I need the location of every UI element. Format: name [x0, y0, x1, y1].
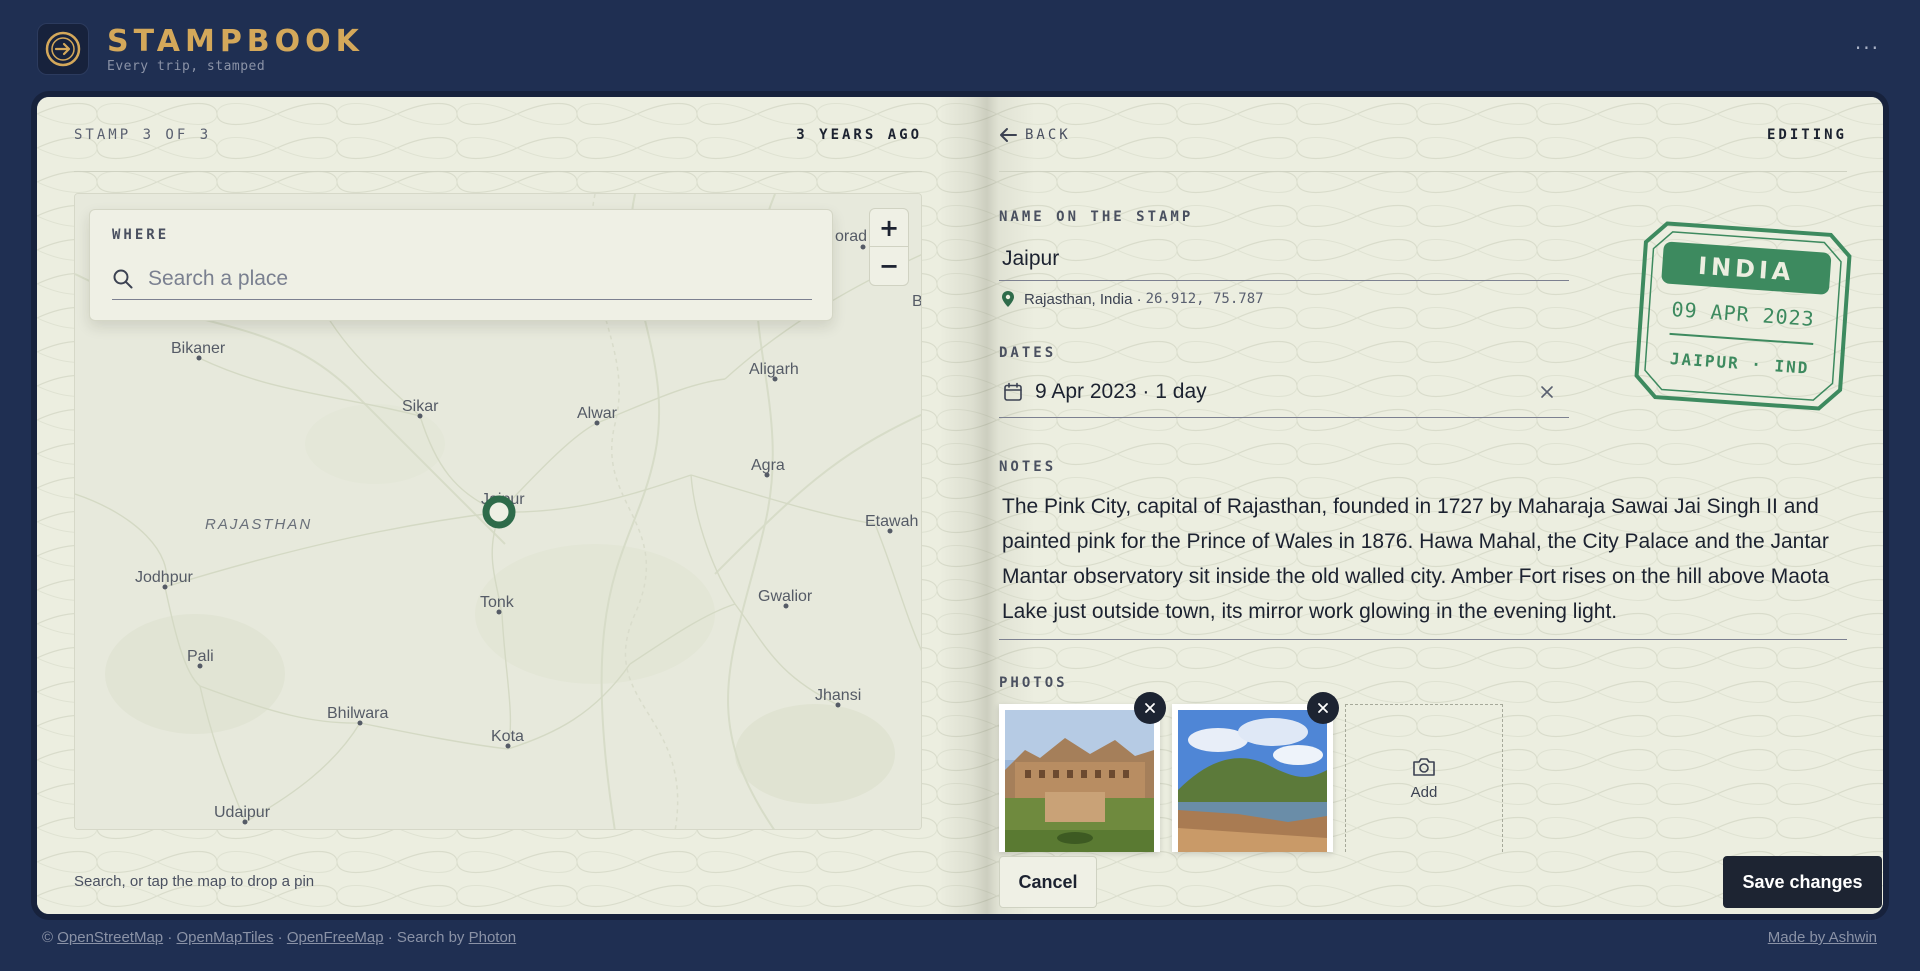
location-pin-icon — [1002, 291, 1014, 307]
search-field[interactable] — [112, 258, 812, 300]
more-menu-icon[interactable]: ··· — [1855, 36, 1880, 60]
stamp-name-input[interactable] — [999, 237, 1569, 281]
map-label-gwalior: Gwalior — [758, 588, 813, 605]
link-openfreemap[interactable]: OpenFreeMap — [287, 929, 384, 946]
photo-thumbnail[interactable] — [1172, 692, 1339, 852]
footer-separator: · — [387, 929, 393, 946]
map-label-kota: Kota — [491, 728, 524, 745]
search-by-text: Search by — [396, 929, 465, 946]
cancel-button[interactable]: Cancel — [999, 856, 1097, 908]
close-icon — [1541, 386, 1553, 398]
stamp-book: STAMP 3 OF 3 3 YEARS AGO Bikaner Sikar A… — [37, 97, 1883, 914]
map-pin-marker[interactable] — [482, 495, 516, 529]
map-hint: Search, or tap the map to drop a pin — [74, 873, 315, 890]
copyright-symbol: © — [42, 929, 54, 946]
coordinates: 26.912, 75.787 — [1145, 291, 1264, 307]
remove-photo-button[interactable] — [1134, 692, 1166, 724]
search-input[interactable] — [148, 266, 788, 291]
search-icon — [113, 269, 133, 288]
zoom-control: + − — [869, 208, 909, 286]
name-label: NAME ON THE STAMP — [999, 209, 1194, 225]
photos-list: Add — [999, 692, 1503, 852]
photo-fort — [1005, 710, 1154, 852]
zoom-out-button[interactable]: − — [870, 247, 908, 285]
dates-label: DATES — [999, 345, 1057, 361]
app-header: STAMPBOOK Every trip, stamped — [37, 22, 364, 76]
map-label-agra: Agra — [751, 457, 785, 474]
location-text: Rajasthan, India · — [1024, 290, 1142, 308]
calendar-icon — [1004, 382, 1022, 401]
divider — [999, 171, 1847, 172]
arrow-left-icon — [1000, 128, 1017, 142]
photo-lake — [1178, 710, 1327, 852]
made-by-link[interactable]: Made by Ashwin — [1768, 929, 1877, 946]
link-openmaptiles[interactable]: OpenMapTiles — [176, 929, 273, 946]
map-label-etawah: Etawah — [865, 513, 918, 530]
where-search-card: WHERE — [89, 209, 833, 321]
map-label-alwar: Alwar — [577, 405, 618, 422]
footer-attribution: © OpenStreetMap · OpenMapTiles · OpenFre… — [42, 929, 516, 946]
dates-value: 9 Apr 2023 · 1 day — [1035, 380, 1207, 403]
remove-photo-button[interactable] — [1307, 692, 1339, 724]
map-label-edge-right: B — [912, 293, 922, 310]
back-label: BACK — [1025, 127, 1071, 143]
clear-dates-button[interactable] — [1539, 384, 1555, 400]
map-label-edge-top: orad — [835, 228, 867, 245]
passport-stamp: INDIA 09 APR 2023 JAIPUR · IND — [1634, 221, 1852, 411]
link-photon[interactable]: Photon — [469, 929, 517, 946]
mode-label: EDITING — [1766, 127, 1847, 143]
logo — [37, 23, 89, 75]
map-label-aligarh: Aligarh — [749, 361, 799, 378]
map-label-sikar: Sikar — [402, 398, 439, 415]
stamp-counter: STAMP 3 OF 3 — [74, 127, 212, 143]
app-title: STAMPBOOK — [107, 23, 364, 59]
back-button[interactable]: BACK — [999, 127, 1071, 143]
dates-field[interactable]: 9 Apr 2023 · 1 day — [999, 367, 1569, 418]
map-label-tonk: Tonk — [480, 594, 515, 611]
camera-icon — [1413, 758, 1435, 776]
compass-arrow-icon — [45, 31, 81, 67]
add-photo-button[interactable]: Add — [1345, 704, 1503, 852]
close-icon — [1145, 703, 1155, 713]
footer-separator: · — [167, 929, 173, 946]
close-icon — [1318, 703, 1328, 713]
left-page: STAMP 3 OF 3 3 YEARS AGO Bikaner Sikar A… — [37, 97, 987, 914]
right-page: BACK EDITING NAME ON THE STAMP Rajasthan… — [987, 97, 1883, 914]
map-label-pali: Pali — [187, 648, 214, 665]
stamp-date: 09 APR 2023 — [1671, 297, 1816, 331]
notes-textarea[interactable]: The Pink City, capital of Rajasthan, fou… — [999, 489, 1847, 640]
trip-age: 3 YEARS AGO — [796, 127, 922, 143]
link-openstreetmap[interactable]: OpenStreetMap — [57, 929, 163, 946]
where-label: WHERE — [112, 227, 170, 243]
save-changes-button[interactable]: Save changes — [1723, 856, 1882, 908]
map-label-jhansi: Jhansi — [815, 687, 861, 704]
map-label-udaipur: Udaipur — [214, 804, 271, 821]
add-photo-label: Add — [1410, 784, 1438, 801]
map-label-region: RAJASTHAN — [205, 516, 312, 533]
photos-label: PHOTOS — [999, 675, 1068, 691]
app-subtitle: Every trip, stamped — [107, 58, 266, 74]
location-info: Rajasthan, India · 26.912, 75.787 — [1001, 290, 1264, 308]
zoom-in-button[interactable]: + — [870, 209, 908, 247]
stamp-place: JAIPUR · IND — [1669, 349, 1810, 378]
map-label-bikaner: Bikaner — [171, 340, 226, 357]
map-label-jodhpur: Jodhpur — [135, 569, 193, 586]
footer-separator: · — [277, 929, 283, 946]
photo-thumbnail[interactable] — [999, 692, 1166, 852]
divider — [74, 171, 922, 172]
map-label-bhilwara: Bhilwara — [327, 705, 388, 722]
notes-label: NOTES — [999, 459, 1057, 475]
